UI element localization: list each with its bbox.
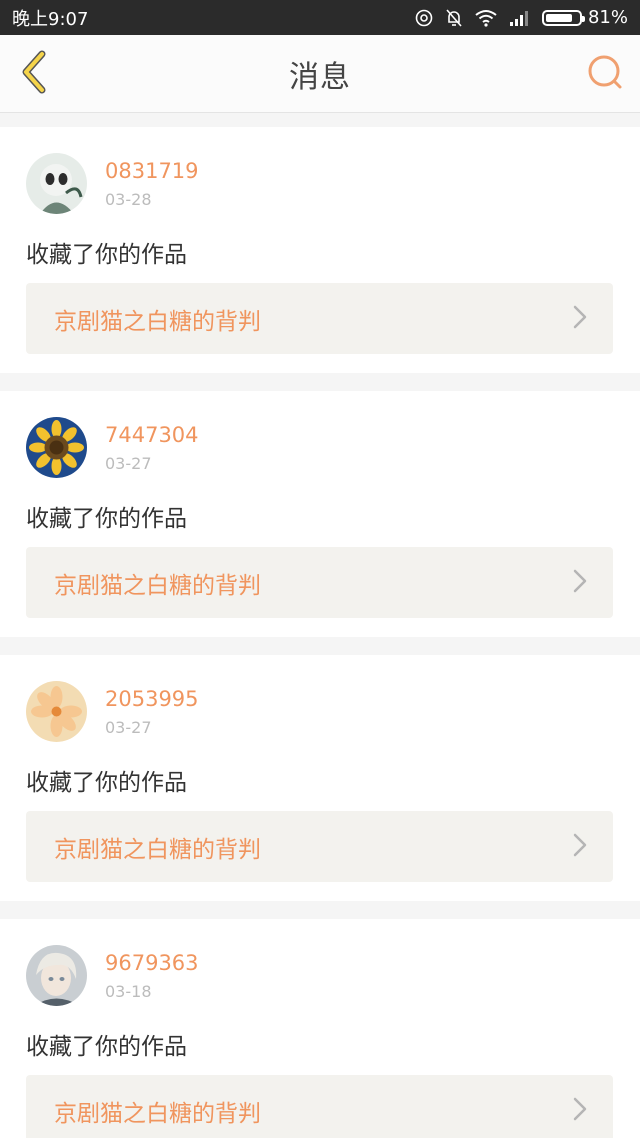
back-button[interactable] [14,50,54,98]
status-icons: 81% [414,7,628,28]
user-name[interactable]: 0831719 [105,159,199,183]
user-name[interactable]: 7447304 [105,423,199,447]
battery-icon [541,9,585,26]
message-date: 03-28 [105,190,152,209]
work-link[interactable]: 京剧猫之白糖的背判 [26,1075,613,1138]
signal-icon [508,9,532,27]
message-text: 收藏了你的作品 [26,242,187,268]
chevron-right-icon [573,305,587,333]
work-title: 京剧猫之白糖的背判 [54,836,261,863]
page-title: 消息 [289,59,351,95]
work-link[interactable]: 京剧猫之白糖的背判 [26,811,613,882]
wifi-icon [474,8,498,28]
nav-bar: 消息 [0,35,640,113]
hotspot-icon [414,8,434,28]
message-card: 7447304 03-27 收藏了你的作品 京剧猫之白糖的背判 [0,391,640,637]
status-time: 晚上9:07 [12,8,89,30]
user-name[interactable]: 9679363 [105,951,199,975]
battery-percent: 81% [587,7,628,28]
message-text: 收藏了你的作品 [26,1034,187,1060]
chevron-left-icon [17,50,51,98]
search-button[interactable] [584,53,626,95]
work-link[interactable]: 京剧猫之白糖的背判 [26,283,613,354]
avatar[interactable] [26,153,87,214]
message-card: 0831719 03-28 收藏了你的作品 京剧猫之白糖的背判 [0,127,640,373]
message-card: 2053995 03-27 收藏了你的作品 京剧猫之白糖的背判 [0,655,640,901]
work-title: 京剧猫之白糖的背判 [54,572,261,599]
user-name[interactable]: 2053995 [105,687,199,711]
search-icon [586,53,624,95]
message-text: 收藏了你的作品 [26,770,187,796]
work-title: 京剧猫之白糖的背判 [54,308,261,335]
chevron-right-icon [573,833,587,861]
chevron-right-icon [573,569,587,597]
work-link[interactable]: 京剧猫之白糖的背判 [26,547,613,618]
battery-indicator: 81% [541,7,628,28]
avatar[interactable] [26,945,87,1006]
message-text: 收藏了你的作品 [26,506,187,532]
mute-bell-icon [444,8,464,28]
chevron-right-icon [573,1097,587,1125]
message-card: 9679363 03-18 收藏了你的作品 京剧猫之白糖的背判 [0,919,640,1138]
avatar[interactable] [26,681,87,742]
message-list: 0831719 03-28 收藏了你的作品 京剧猫之白糖的背判 7447304 … [0,127,640,1138]
message-date: 03-27 [105,454,152,473]
status-bar: 晚上9:07 81% [0,0,640,35]
avatar[interactable] [26,417,87,478]
message-date: 03-18 [105,982,152,1001]
work-title: 京剧猫之白糖的背判 [54,1100,261,1127]
message-date: 03-27 [105,718,152,737]
